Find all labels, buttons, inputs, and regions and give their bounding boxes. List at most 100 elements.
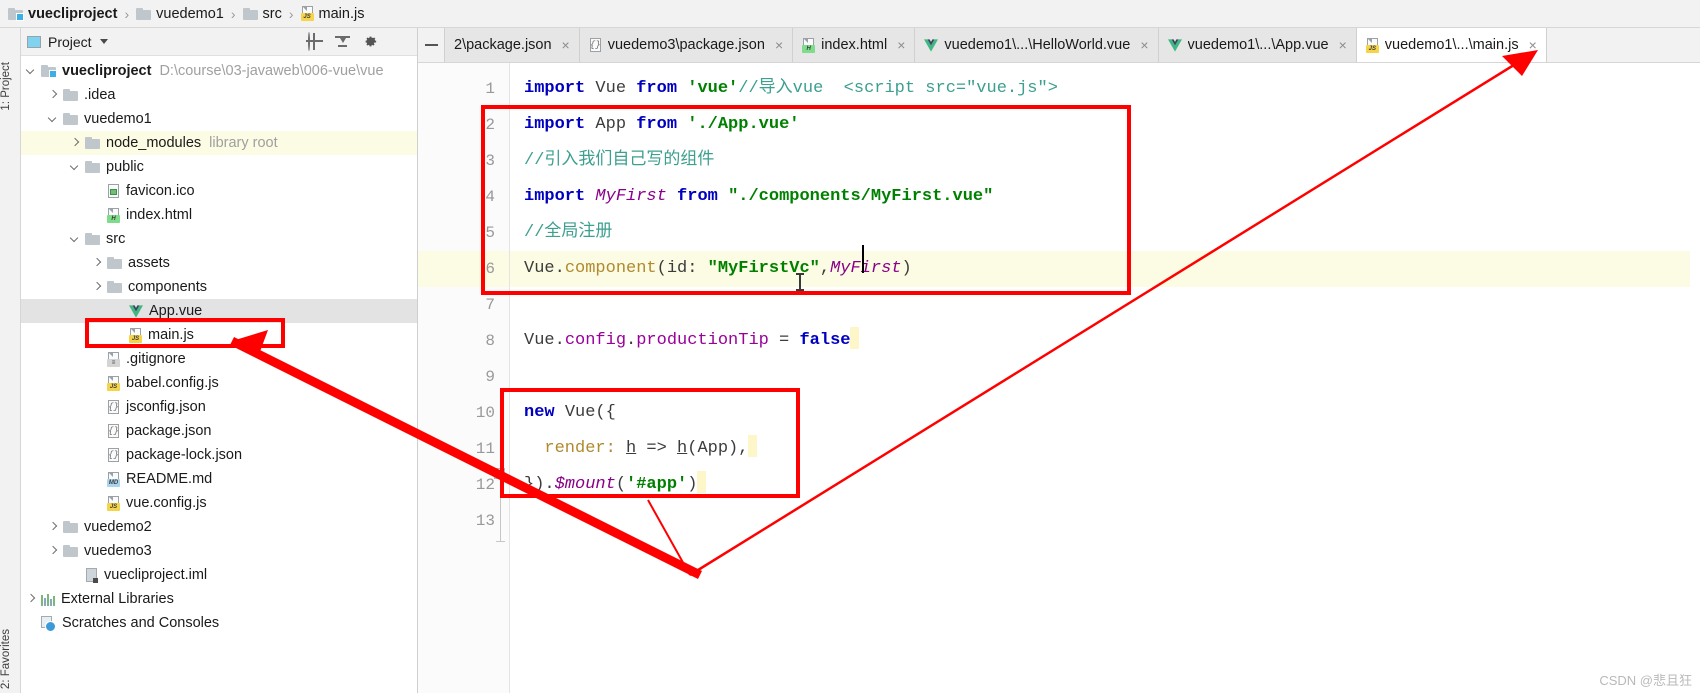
tree-node-icon [85,161,100,173]
chevron-down-icon[interactable] [47,113,59,125]
close-icon[interactable]: × [897,37,905,53]
fold-marker-icon[interactable] [494,468,505,479]
minimize-icon[interactable] [390,33,407,50]
breadcrumb-separator: › [288,5,294,22]
close-icon[interactable]: × [1140,37,1148,53]
code-line-3[interactable]: //引入我们自己写的组件 [510,143,1700,179]
tree-node-readme-md[interactable]: MD README.md [21,467,417,491]
tree-node-label: assets [128,255,170,271]
close-icon[interactable]: × [562,37,570,53]
tree-node-babel-config-js[interactable]: JS babel.config.js [21,371,417,395]
tree-node-vuedemo2[interactable]: vuedemo2 [21,515,417,539]
tree-node-main-js[interactable]: JS main.js [21,323,417,347]
locate-icon[interactable] [306,32,323,51]
editor-gutter[interactable]: 1 2 3 4 5 6 7 8 9 10 11 12 13 [418,63,510,693]
tree-node-vuecliproject-iml[interactable]: vuecliproject.iml [21,563,417,587]
editor-tab-index-html[interactable]: Hindex.html × [793,28,916,62]
tree-node-assets[interactable]: assets [21,251,417,275]
close-icon[interactable]: × [775,37,783,53]
chevron-down-icon[interactable] [69,233,81,245]
tree-node-vuecliproject[interactable]: vuecliproject D:\course\03-javaweb\006-vu… [21,59,417,83]
editor-text[interactable]: import Vue from 'vue'//导入vue <script src… [510,63,1700,693]
chevron-down-icon[interactable] [69,161,81,173]
breadcrumb-item-vuecliproject[interactable]: vuecliproject [8,6,117,22]
chevron-right-icon[interactable] [91,281,103,293]
close-icon[interactable]: × [1339,37,1347,53]
close-icon[interactable]: × [1529,37,1537,53]
folder-icon [85,137,100,149]
tree-node-vuedemo3[interactable]: vuedemo3 [21,539,417,563]
tree-node-scratches-and-consoles[interactable]: Scratches and Consoles [21,611,417,635]
chevron-right-icon[interactable] [91,257,103,269]
code-line-9[interactable] [510,359,1700,395]
code-line-4[interactable]: import MyFirst from "./components/MyFirs… [510,179,1700,215]
code-line-6[interactable]: Vue.component(id: "MyFirstVc",MyFirst) [510,251,1700,287]
chevron-right-icon[interactable] [25,593,37,605]
breadcrumb-item-src[interactable]: src [242,6,282,22]
editor-code-area[interactable]: 1 2 3 4 5 6 7 8 9 10 11 12 13 import Vue from 'vue'/… [418,63,1700,693]
editor-tab-vuedemo1-app-vue[interactable]: vuedemo1\...\App.vue × [1158,28,1357,62]
code-token: false [799,331,851,350]
code-line-1[interactable]: import Vue from 'vue'//导入vue <script src… [510,71,1700,107]
folder-module-icon [8,7,24,21]
stripe-button-favorites[interactable]: 2: Favorites [0,629,21,689]
breadcrumb-item-vuedemo1[interactable]: vuedemo1 [136,6,224,22]
collapse-all-icon[interactable] [334,33,351,50]
tree-node-label: vue.config.js [126,495,207,511]
tree-node-external-libraries[interactable]: External Libraries [21,587,417,611]
hide-tabs-icon[interactable] [418,28,444,62]
tree-node-jsconfig-json[interactable]: {} jsconfig.json [21,395,417,419]
code-line-10[interactable]: new Vue({ [510,395,1700,431]
tree-node-vue-config-js[interactable]: JS vue.config.js [21,491,417,515]
code-token: Vue [564,403,596,422]
js-file-icon: JS [300,6,314,21]
chevron-right-icon[interactable] [69,137,81,149]
tree-node-idea[interactable]: .idea [21,83,417,107]
gear-icon[interactable] [362,33,379,50]
tree-node-vuedemo1[interactable]: vuedemo1 [21,107,417,131]
tree-node-app-vue[interactable]: App.vue [21,299,417,323]
tree-node-favicon-ico[interactable]: favicon.ico [21,179,417,203]
chevron-right-icon[interactable] [47,521,59,533]
tree-node-label: vuedemo2 [84,519,152,535]
tree-node-secondary-text: library root [209,135,278,151]
tree-node-icon [63,89,78,101]
editor-tab-vuedemo1-main-js[interactable]: JS vuedemo1\...\main.js × [1356,28,1547,62]
chevron-down-icon[interactable] [99,39,108,44]
editor-tab-vuedemo3-package-json[interactable]: {} vuedemo3\package.json × [579,28,794,62]
editor-tab-2-package-json[interactable]: {}2\package.json× [444,28,580,62]
line-number: 2 [485,116,495,134]
js-file-icon: JS [129,327,142,343]
editor-scrollbar[interactable] [1690,125,1700,693]
code-line-13[interactable] [510,503,1700,539]
breadcrumb-item-mainjs[interactable]: JS main.js [300,6,364,22]
tree-node-src[interactable]: src [21,227,417,251]
chevron-right-icon[interactable] [47,545,59,557]
code-line-12[interactable]: }).$mount('#app') [510,467,1700,503]
vue-file-icon [129,304,143,318]
stripe-button-project[interactable]: 1: Project [0,62,21,111]
code-line-5[interactable]: //全局注册 [510,215,1700,251]
code-token: from [636,115,678,134]
tree-node-public[interactable]: public [21,155,417,179]
tree-node-node-modules[interactable]: node_modules library root [21,131,417,155]
tree-node-index-html[interactable]: Hindex.html [21,203,417,227]
code-line-8[interactable]: Vue.config.productionTip = false [510,323,1700,359]
chevron-down-icon[interactable] [25,65,37,77]
tree-node-gitignore[interactable]: ≡ .gitignore [21,347,417,371]
project-tool-window: Project vuecliproject D:\course\03-javawe… [21,28,418,693]
tree-node-package-lock-json[interactable]: {} package-lock.json [21,443,417,467]
code-line-2[interactable]: import App from './App.vue' [510,107,1700,143]
tree-node-package-json[interactable]: {} package.json [21,419,417,443]
tree-node-icon: JS [129,327,142,343]
tool-window-stripe-left: 1: Project 2: Favorites [0,28,21,693]
code-line-11[interactable]: render: h => h(App), [510,431,1700,467]
tree-node-components[interactable]: components [21,275,417,299]
code-line-7[interactable] [510,287,1700,323]
chevron-right-icon[interactable] [47,89,59,101]
editor-tab-vuedemo1-helloworld-vue[interactable]: vuedemo1\...\HelloWorld.vue × [915,28,1159,62]
line-number: 4 [485,188,495,206]
